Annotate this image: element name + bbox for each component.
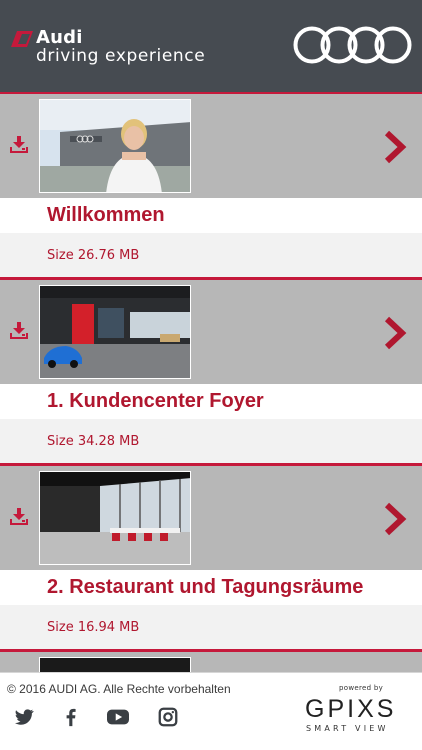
list-item-size: Size 34.28 MB [47, 434, 140, 449]
list-item-size-row: Size 16.94 MB [0, 605, 422, 650]
list-item-title: 1. Kundencenter Foyer [47, 390, 264, 412]
list-item-media-row[interactable] [0, 278, 422, 384]
twitter-icon[interactable] [13, 706, 35, 728]
list-item-size: Size 16.94 MB [47, 620, 140, 635]
gpixs-tagline: SMART VIEW [306, 724, 389, 733]
list-item-title: Willkommen [47, 204, 165, 226]
instagram-icon[interactable] [157, 706, 179, 728]
thumbnail-image[interactable] [39, 99, 191, 193]
youtube-icon[interactable] [105, 706, 131, 728]
thumbnail-image[interactable] [39, 471, 191, 565]
audi-sport-logo-icon [11, 31, 33, 47]
download-icon[interactable] [9, 135, 29, 155]
chevron-right-icon[interactable] [383, 502, 407, 536]
facebook-icon[interactable] [60, 706, 82, 728]
list-item-title-row[interactable]: Willkommen [0, 198, 422, 233]
app-header: Audi driving experience [0, 0, 422, 92]
list-item[interactable] [0, 650, 422, 672]
list-item-media-row[interactable] [0, 92, 422, 198]
download-icon[interactable] [9, 321, 29, 341]
chevron-right-icon[interactable] [383, 316, 407, 350]
list-item-size-row: Size 26.76 MB [0, 233, 422, 278]
list-item-media-row[interactable] [0, 650, 422, 672]
list-item-size-row: Size 34.28 MB [0, 419, 422, 464]
copyright-text: © 2016 AUDI AG. Alle Rechte vorbehalten [7, 682, 231, 696]
download-icon[interactable] [9, 507, 29, 527]
chevron-right-icon[interactable] [383, 130, 407, 164]
list-item[interactable]: 1. Kundencenter Foyer Size 34.28 MB [0, 278, 422, 464]
brand-name: Audi [36, 27, 83, 48]
list-item-title-row[interactable]: 2. Restaurant und Tagungsräume [0, 570, 422, 605]
thumbnail-image[interactable] [39, 657, 191, 672]
thumbnail-image[interactable] [39, 285, 191, 379]
list-item-title: 2. Restaurant und Tagungsräume [47, 576, 364, 598]
list-item[interactable]: 2. Restaurant und Tagungsräume Size 16.9… [0, 464, 422, 650]
brand-subtitle: driving experience [36, 46, 206, 66]
app-footer: © 2016 AUDI AG. Alle Rechte vorbehalten … [0, 672, 422, 750]
list-item[interactable]: Willkommen Size 26.76 MB [0, 92, 422, 278]
list-item-title-row[interactable]: 1. Kundencenter Foyer [0, 384, 422, 419]
powered-by-label: powered by [339, 684, 384, 692]
list-item-size: Size 26.76 MB [47, 248, 140, 263]
audi-rings-logo-icon [293, 26, 412, 64]
gpixs-logo: GPIXS [305, 695, 397, 723]
list-item-media-row[interactable] [0, 464, 422, 570]
